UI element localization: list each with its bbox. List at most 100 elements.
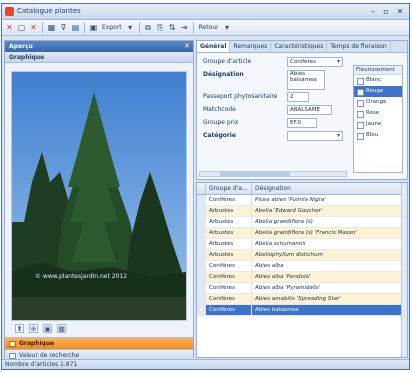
table-row[interactable]: Conifères Picea abies 'Pumila Nigra' (197, 195, 407, 206)
color-option-selected[interactable]: Rouge (354, 86, 402, 97)
color-option[interactable]: Jaune (354, 119, 402, 130)
tab-search-value-label: Valeur de recherche (19, 352, 80, 359)
cell-designation: Abies balsamea (252, 305, 402, 315)
app-window: Catalogue plantes – ▫ ✕ ✕ ▢ ✕ ▦ ⊽ ▤ ▣ Ex… (1, 3, 410, 370)
price-group-label: Groupe prix (203, 119, 239, 126)
cell-group: Conifères (206, 195, 252, 205)
window-title: Catalogue plantes (17, 7, 81, 15)
table-row[interactable]: Arbustes Abeliophyllum distichum (197, 250, 407, 261)
cell-designation: Abelia grandiflora (s) (252, 217, 402, 227)
conifer-image (12, 72, 186, 320)
back-button[interactable]: Retour (198, 24, 220, 31)
scrollbar-thumb[interactable] (220, 172, 290, 176)
category-select[interactable] (287, 131, 343, 141)
color-option[interactable]: Blanc (354, 75, 402, 86)
table-row[interactable]: Arbustes Abelia grandiflora (s) 'Francis … (197, 228, 407, 239)
field-row-price-group: Groupe prix EF.0 (203, 118, 348, 129)
table-row[interactable]: Conifères Abies alba 'Pendula' (197, 272, 407, 283)
image-icon[interactable]: ▣ (43, 324, 52, 333)
cell-designation: Picea abies 'Pumila Nigra' (252, 195, 402, 205)
cell-group: Conifères (206, 305, 252, 315)
table-row[interactable]: Conifères Abies alba (197, 261, 407, 272)
color-option[interactable]: Orange (354, 97, 402, 108)
table-row[interactable]: Conifères Abies amabilis 'Spreading Star' (197, 294, 407, 305)
tab-graphique[interactable]: Graphique (5, 337, 193, 349)
row-indicator (197, 228, 206, 238)
pointer-icon[interactable]: ⬆ (15, 324, 24, 333)
filter-icon[interactable]: ⊽ (59, 23, 68, 33)
field-row-group: Groupe d'article Conifères (203, 57, 348, 68)
article-detail-panel: Général Remarques Caractéristiques Temps… (196, 40, 408, 180)
cell-group: Conifères (206, 272, 252, 282)
field-row-category: Catégorie (203, 131, 348, 142)
preview-panel-title: Aperçu (9, 43, 33, 50)
color-list-header: Fleurissement (354, 66, 402, 75)
chevron-down-icon[interactable]: ▾ (223, 23, 232, 33)
designation-field[interactable]: Abies balsamea (287, 70, 325, 90)
flowering-color-list: Fleurissement Blanc Rouge Orange Rose Ja… (353, 65, 403, 173)
arrow-down-icon[interactable]: ▾ (126, 23, 135, 33)
sort-icon[interactable]: ⇅ (168, 23, 177, 33)
minimize-button[interactable]: – (367, 7, 379, 17)
grid-vertical-scrollbar[interactable] (401, 183, 407, 357)
grid-header: Groupe d'a... Désignation (197, 183, 407, 195)
column-header-group[interactable]: Groupe d'a... (206, 183, 252, 194)
cell-designation: Abelia grandiflora (s) 'Francis Mason' (252, 228, 402, 238)
row-indicator (197, 239, 206, 249)
maximize-button[interactable]: ▫ (380, 7, 392, 17)
export-button[interactable]: Export (101, 24, 123, 31)
row-indicator-header (197, 183, 206, 194)
detail-tabs: Général Remarques Caractéristiques Temps… (197, 41, 407, 53)
print-icon[interactable]: ▤ (71, 23, 80, 33)
tab-flowering-time[interactable]: Temps de floraison (327, 41, 391, 52)
table-row[interactable]: Arbustes Abelia 'Edward Goucher' (197, 206, 407, 217)
zoom-icon[interactable]: ⊕ (29, 324, 38, 333)
cell-designation: Abelia schumannii (252, 239, 402, 249)
app-logo-icon (5, 7, 14, 16)
matchcode-field[interactable]: ABALSAME (287, 105, 332, 115)
row-indicator: ▸ (197, 305, 206, 315)
graphic-section-header: Graphique (5, 52, 193, 63)
copy-icon[interactable]: ⧉ (144, 23, 153, 33)
close-icon[interactable]: ✕ (5, 23, 14, 33)
row-indicator (197, 217, 206, 227)
article-form: Groupe d'article Conifères Désignation A… (203, 57, 348, 144)
passport-field[interactable]: 2 (287, 92, 309, 102)
group-select[interactable]: Conifères (287, 57, 343, 67)
cell-group: Arbustes (206, 206, 252, 216)
cell-group: Conifères (206, 283, 252, 293)
tab-remarks[interactable]: Remarques (230, 41, 272, 52)
passport-label: Passeport phytosanitaire (203, 93, 278, 100)
table-row[interactable]: Arbustes Abelia schumannii (197, 239, 407, 250)
table-row-selected[interactable]: ▸ Conifères Abies balsamea (197, 305, 407, 316)
field-row-matchcode: Matchcode ABALSAME (203, 105, 348, 116)
color-option[interactable]: Rose (354, 108, 402, 119)
toolbar-separator (84, 22, 85, 33)
column-header-designation[interactable]: Désignation (252, 183, 402, 194)
gallery-icon[interactable]: ▦ (57, 324, 66, 333)
row-indicator (197, 272, 206, 282)
price-group-field[interactable]: EF.0 (287, 118, 317, 128)
paste-icon[interactable]: ⎘ (156, 23, 165, 33)
close-window-button[interactable]: ✕ (394, 7, 406, 17)
row-indicator (197, 206, 206, 216)
export-icon[interactable]: ▣ (89, 23, 98, 33)
cell-group: Arbustes (206, 228, 252, 238)
table-row[interactable]: Conifères Abies alba 'Pyramidalis' (197, 283, 407, 294)
graphic-tab-icon (9, 341, 16, 347)
field-row-passport: Passeport phytosanitaire 2 (203, 92, 348, 103)
new-icon[interactable]: ▢ (17, 23, 26, 33)
cell-designation: Abelia 'Edward Goucher' (252, 206, 402, 216)
next-icon[interactable]: ⇥ (180, 23, 189, 33)
tab-general[interactable]: Général (197, 41, 231, 52)
toolbar-separator (192, 22, 194, 33)
form-horizontal-scrollbar[interactable] (199, 171, 347, 177)
grid-icon[interactable]: ▦ (47, 23, 56, 33)
table-row[interactable]: Arbustes Abelia grandiflora (s) (197, 217, 407, 228)
panel-close-icon[interactable]: ✕ (184, 41, 190, 52)
cell-designation: Abies alba 'Pyramidalis' (252, 283, 402, 293)
color-option[interactable]: Bleu (354, 130, 402, 141)
grid-body: Conifères Picea abies 'Pumila Nigra' Arbus… (197, 195, 407, 316)
delete-icon[interactable]: ✕ (29, 23, 38, 33)
tab-characteristics[interactable]: Caractéristiques (271, 41, 328, 52)
